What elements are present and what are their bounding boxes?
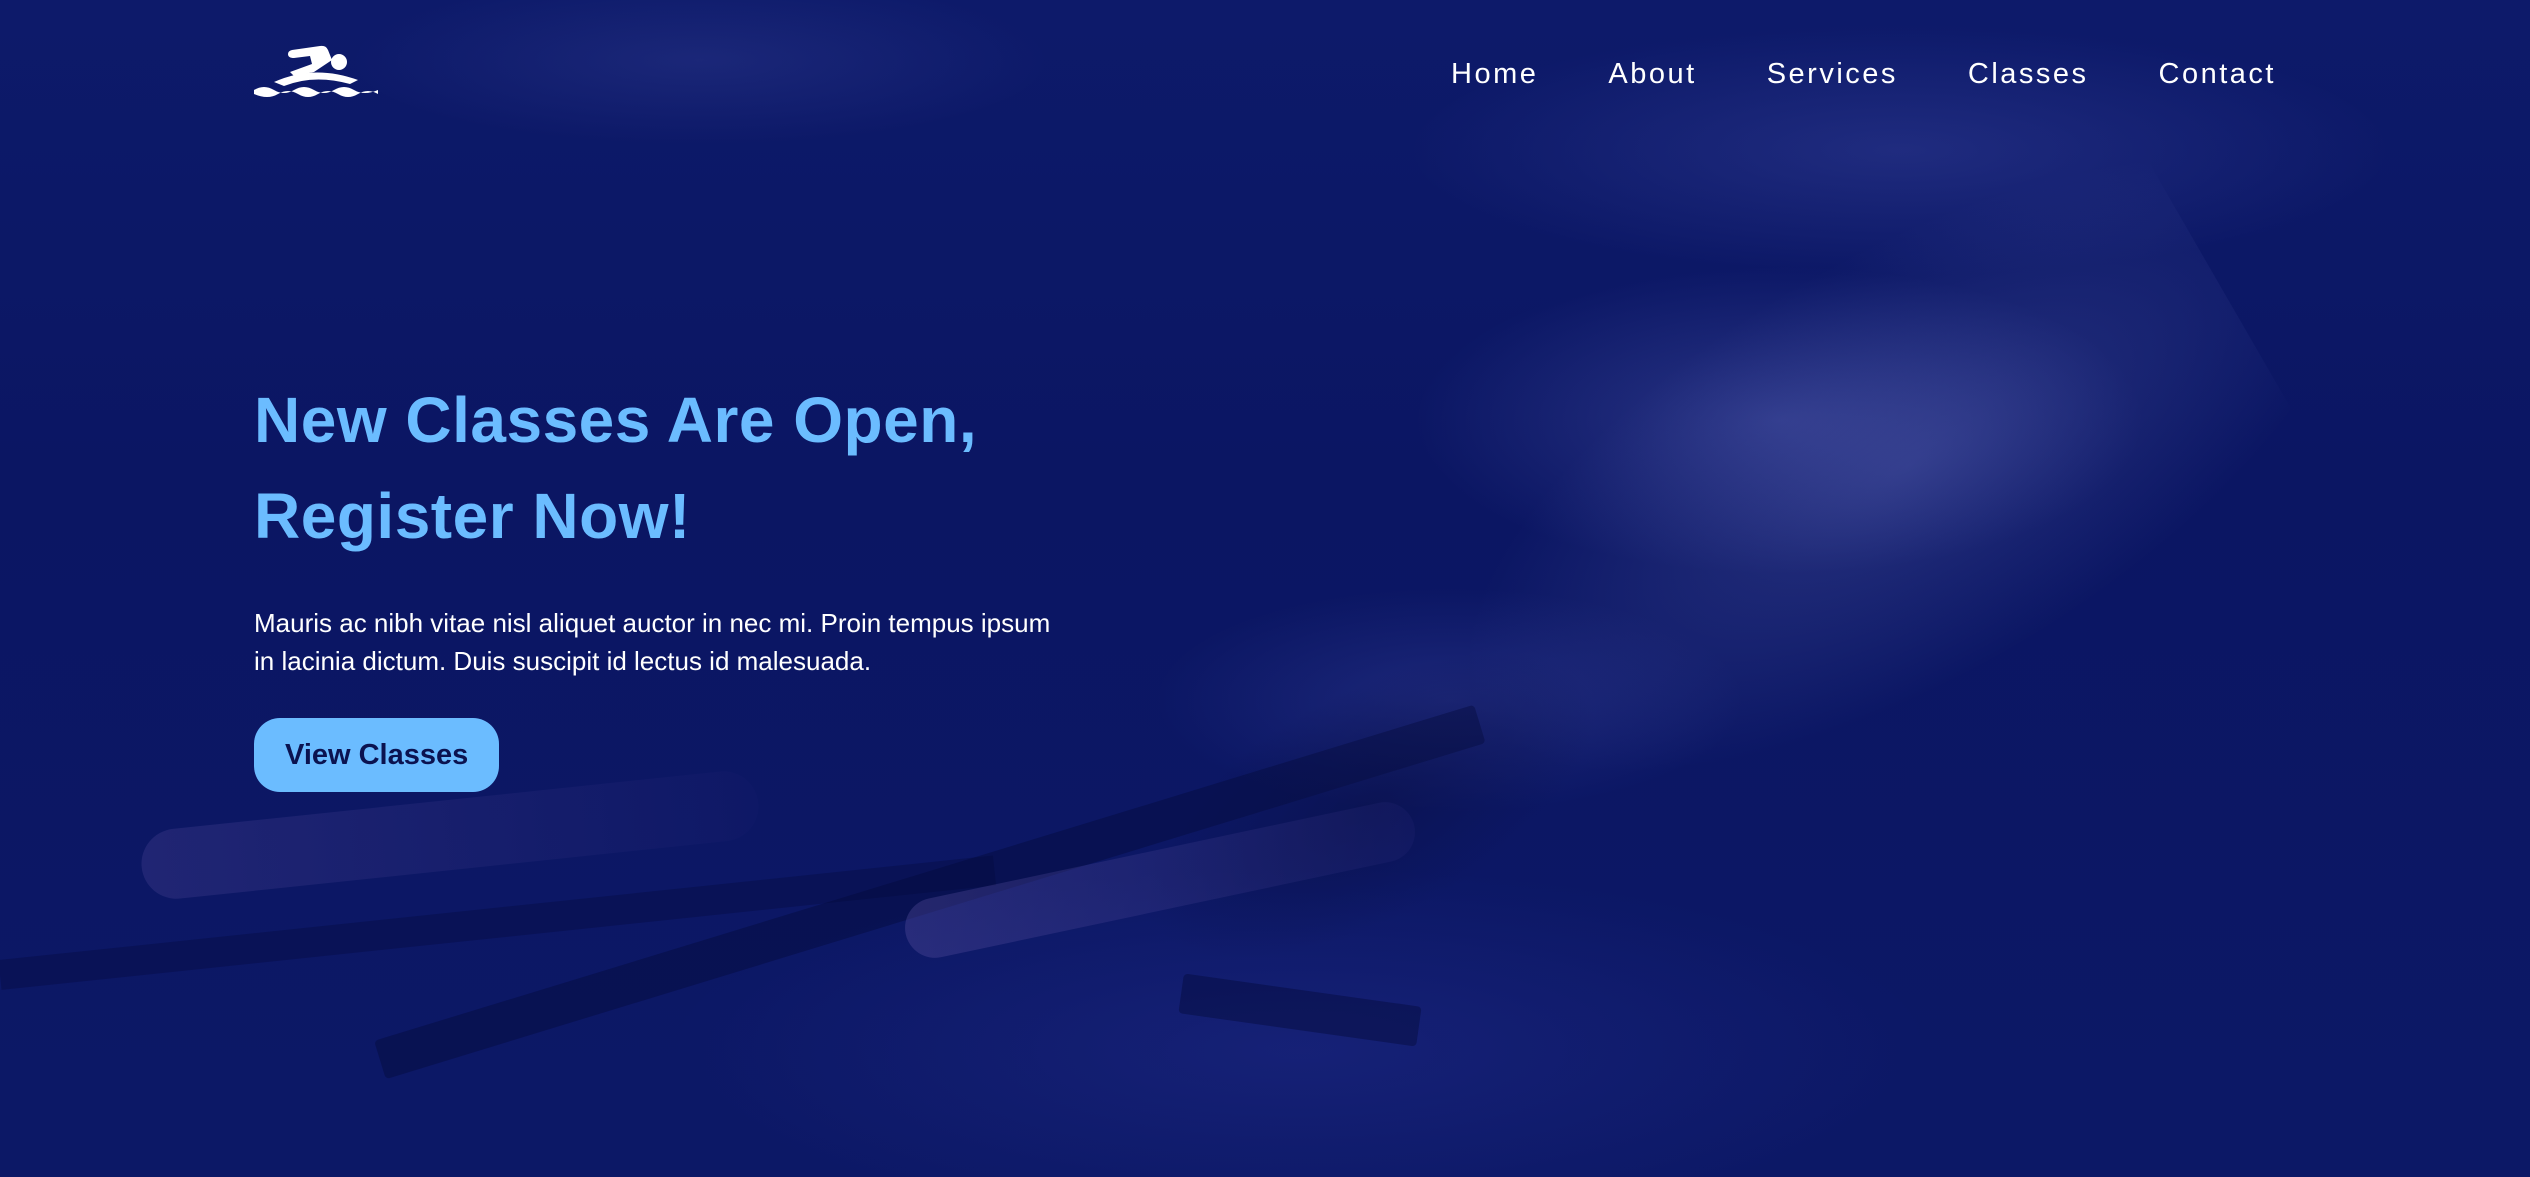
hero-description-line2: in lacinia dictum. Duis suscipit id lect… xyxy=(254,646,872,676)
nav-link-contact[interactable]: Contact xyxy=(2159,54,2276,94)
pool-lane-marker xyxy=(1178,973,1422,1047)
hero-section: Home About Services Classes Contact New … xyxy=(0,0,2530,1177)
swimmer-icon xyxy=(254,45,378,97)
nav-link-services[interactable]: Services xyxy=(1767,54,1898,94)
pool-lane-line xyxy=(0,855,997,990)
hero-description-line1: Mauris ac nibh vitae nisl aliquet auctor… xyxy=(254,608,1051,638)
main-nav: Home About Services Classes Contact xyxy=(1451,54,2276,94)
navbar: Home About Services Classes Contact xyxy=(0,0,2530,150)
nav-link-classes[interactable]: Classes xyxy=(1968,54,2089,94)
hero-headline-line1: New Classes Are Open, xyxy=(254,384,978,456)
water-splash-decoration xyxy=(1325,85,2335,935)
view-classes-button[interactable]: View Classes xyxy=(254,718,500,792)
hero-headline: New Classes Are Open, Register Now! xyxy=(254,372,1154,564)
swimmer-arm-shape xyxy=(899,796,1421,964)
hero-description: Mauris ac nibh vitae nisl aliquet auctor… xyxy=(254,604,1154,680)
site-logo[interactable] xyxy=(254,42,378,98)
nav-link-about[interactable]: About xyxy=(1608,54,1696,94)
hero-content: New Classes Are Open, Register Now! Maur… xyxy=(254,372,1154,792)
nav-link-home[interactable]: Home xyxy=(1451,54,1538,94)
swimmer-body-shape xyxy=(1095,586,1645,1024)
hero-headline-line2: Register Now! xyxy=(254,480,691,552)
